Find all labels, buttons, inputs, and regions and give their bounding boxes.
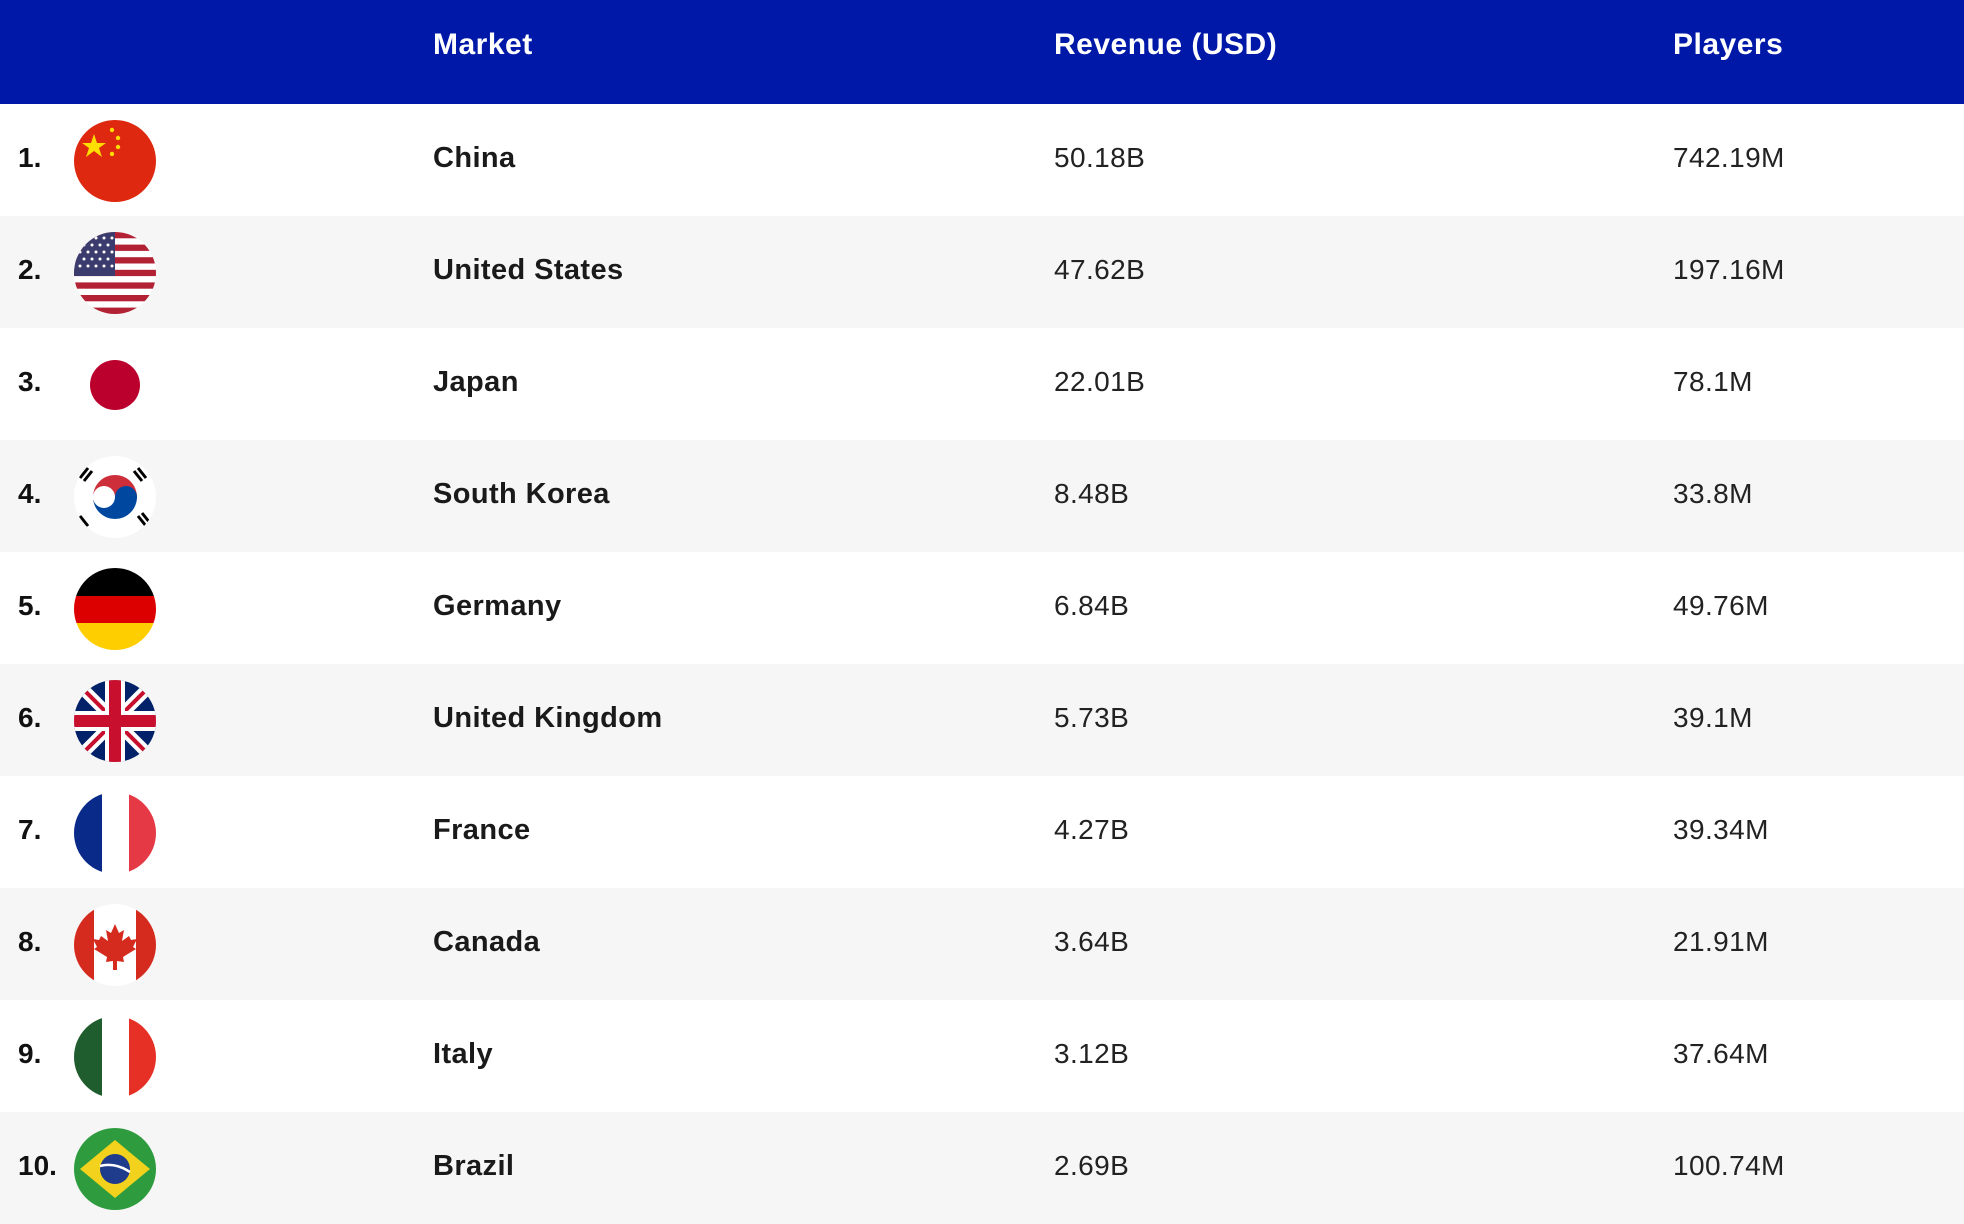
market-cell: Italy — [433, 1038, 494, 1070]
market-cell: United States — [433, 254, 624, 286]
rank-cell: 10. — [18, 1150, 57, 1181]
market-cell: South Korea — [433, 478, 610, 510]
revenue-cell: 5.73B — [1054, 702, 1130, 733]
market-ranking-table: Market Revenue (USD) Players 1. China 50.1… — [0, 0, 1964, 1224]
canada-flag-icon — [74, 904, 156, 986]
market-cell: Germany — [433, 590, 562, 622]
players-cell: 21.91M — [1673, 926, 1769, 957]
market-cell: Brazil — [433, 1150, 515, 1182]
players-cell: 197.16M — [1673, 254, 1785, 285]
japan-flag-icon — [74, 344, 156, 426]
players-cell: 78.1M — [1673, 366, 1753, 397]
italy-flag-icon — [74, 1016, 156, 1098]
market-cell: Canada — [433, 926, 541, 958]
players-cell: 39.34M — [1673, 814, 1769, 845]
column-header-players: Players — [1673, 28, 1784, 61]
rank-cell: 5. — [18, 590, 42, 621]
table-row: 3. Japan 22.01B 78.1M — [0, 328, 1964, 440]
table-header: Market Revenue (USD) Players — [0, 0, 1964, 104]
players-cell: 100.74M — [1673, 1150, 1785, 1181]
table-row: 10. Brazil 2.69B 100.74M — [0, 1112, 1964, 1224]
table-row: 9. Italy 3.12B 37.64M — [0, 1000, 1964, 1112]
market-cell: China — [433, 142, 516, 174]
rank-cell: 4. — [18, 478, 42, 509]
column-header-market: Market — [433, 28, 533, 61]
table-row: 6. United Kingdom 5.73B 39.1M — [0, 664, 1964, 776]
revenue-cell: 4.27B — [1054, 814, 1130, 845]
revenue-cell: 22.01B — [1054, 366, 1146, 397]
rank-cell: 1. — [18, 142, 42, 173]
table-body: 1. China 50.18B 742.19M 2. United States 47.62… — [0, 104, 1964, 1224]
germany-flag-icon — [74, 568, 156, 650]
table-row: 4. South Korea 8.48B 33.8M — [0, 440, 1964, 552]
revenue-cell: 50.18B — [1054, 142, 1146, 173]
brazil-flag-icon — [74, 1128, 156, 1210]
players-cell: 742.19M — [1673, 142, 1785, 173]
revenue-cell: 8.48B — [1054, 478, 1130, 509]
france-flag-icon — [74, 792, 156, 874]
table-row: 2. United States 47.62B 197.16M — [0, 216, 1964, 328]
column-header-revenue: Revenue (USD) — [1054, 28, 1278, 61]
players-cell: 37.64M — [1673, 1038, 1769, 1069]
market-cell: United Kingdom — [433, 702, 663, 734]
united-kingdom-flag-icon — [74, 680, 156, 762]
players-cell: 39.1M — [1673, 702, 1753, 733]
revenue-cell: 47.62B — [1054, 254, 1146, 285]
rank-cell: 6. — [18, 702, 42, 733]
china-flag-icon — [74, 120, 156, 202]
market-cell: France — [433, 814, 531, 846]
market-cell: Japan — [433, 366, 519, 398]
table-row: 7. France 4.27B 39.34M — [0, 776, 1964, 888]
rank-cell: 7. — [18, 814, 42, 845]
players-cell: 33.8M — [1673, 478, 1753, 509]
revenue-cell: 3.64B — [1054, 926, 1130, 957]
table-row: 1. China 50.18B 742.19M — [0, 104, 1964, 216]
players-cell: 49.76M — [1673, 590, 1769, 621]
revenue-cell: 6.84B — [1054, 590, 1130, 621]
south-korea-flag-icon — [74, 456, 156, 538]
united-states-flag-icon — [74, 232, 156, 314]
table-row: 5. Germany 6.84B 49.76M — [0, 552, 1964, 664]
table-row: 8. Canada 3.64B 21.91M — [0, 888, 1964, 1000]
rank-cell: 8. — [18, 926, 42, 957]
rank-cell: 2. — [18, 254, 42, 285]
revenue-cell: 2.69B — [1054, 1150, 1130, 1181]
revenue-cell: 3.12B — [1054, 1038, 1130, 1069]
rank-cell: 3. — [18, 366, 42, 397]
rank-cell: 9. — [18, 1038, 42, 1069]
